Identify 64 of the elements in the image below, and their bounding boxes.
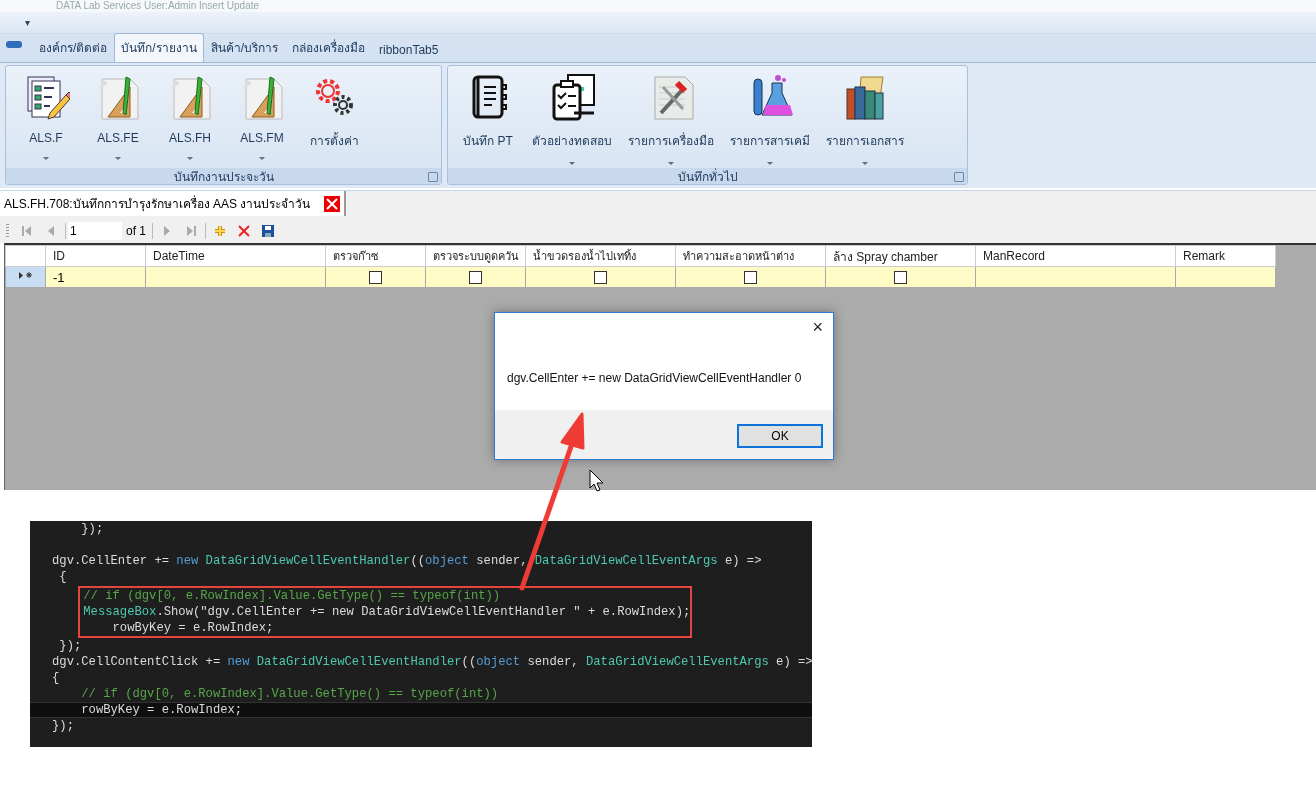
checkbox[interactable] [594,271,607,285]
ribbon-tab[interactable]: สินค้า/บริการ [203,33,286,62]
ribbon-group-title: บันทึกงานประจะวัน [173,168,274,186]
toolbar-grip[interactable] [6,224,9,238]
code-line: }); [52,719,74,733]
dialog-launcher-icon[interactable] [428,172,438,182]
window-title: DATA Lab Services User:Admin Insert Update [0,0,1316,12]
ribbon-button[interactable]: รายการเครื่องมือ [620,68,722,168]
add-record-icon [214,225,226,237]
ribbon-button[interactable]: ALS.FM [226,68,298,168]
checkbox[interactable] [894,271,907,285]
column-header[interactable]: ตรวจก๊าซ [325,245,426,267]
save-icon [262,225,274,237]
message-text: dgv.CellEnter += new DataGridViewCellEventHandler 0 [507,370,802,385]
code-line: { [52,671,60,685]
column-header[interactable]: ล้าง Spray chamber [825,245,976,267]
close-icon[interactable] [324,195,341,212]
code-line: { [58,570,67,584]
new-row-indicator-icon [18,270,33,281]
row-header[interactable] [5,266,46,288]
code-line: rowByKey = e.RowIndex; [80,703,243,717]
code-line: // if (dgv[0, e.RowIndex].Value.GetType() == typeof(int)) [82,589,501,603]
ribbon-tab[interactable]: บันทึก/รายงาน [114,33,204,62]
application-menu-button[interactable] [6,41,22,48]
ribbon-button[interactable]: ตัวอย่างทดสอบ [524,68,620,168]
code-line: MessageBox.Show("dgv.CellEnter += new DataGridViewCellEventHandler " + e.RowIndex); [82,605,691,619]
dialog-launcher-icon[interactable] [954,172,964,182]
ribbon-button[interactable]: ALS.FH [154,68,226,168]
ribbon-tab[interactable]: ribbonTab5 [372,38,446,62]
column-header[interactable]: น้ำขวดรองน้ำไปเททิ้ง [525,245,676,267]
mouse-cursor-icon [589,469,604,492]
record-count: of 1 [125,224,147,238]
ribbon-group-title: บันทึกทั่วไป [677,167,738,186]
position-field[interactable]: 1 [68,222,122,240]
code-line: }); [58,639,82,653]
ribbon-button[interactable]: การตั้งค่า [298,68,370,168]
column-header[interactable]: ManRecord [975,245,1176,267]
quick-access-menu-button[interactable]: ▾ [22,17,34,28]
column-header[interactable]: ID [45,245,146,267]
ribbon-button[interactable]: รายการเอกสาร [818,68,912,168]
column-header[interactable]: ทำความสะอาดหน้าต่าง [675,245,826,267]
last-record-icon [185,225,197,237]
ribbon-tab[interactable]: องค์กร/ติดต่อ [32,33,115,62]
delete-record-icon [238,225,250,237]
ok-button[interactable]: OK [737,423,823,448]
ribbon-button[interactable]: บันทึก PT [452,68,524,168]
code-line: dgv.CellEnter += new DataGridViewCellEventHandler((object sender, DataGridViewCellEventArgs e) => [52,554,762,568]
ribbon-button[interactable]: รายการสารเคมี [722,68,818,168]
column-header[interactable]: ตรวจระบบดูดควัน [425,245,526,267]
document-tab[interactable]: ALS.FH.708:บันทึกการบำรุงรักษาเครื่อง AAS งานประจำวัน [0,191,347,216]
ribbon-button[interactable]: ALS.FE [82,68,154,168]
code-line: dgv.CellContentClick += new DataGridViewCellEventHandler((object sender, DataGridViewCellEventArgs e) => [52,655,812,669]
code-line: rowByKey = e.RowIndex; [111,621,274,635]
checkbox[interactable] [469,271,482,285]
ribbon-button[interactable]: ALS.F [10,68,82,168]
code-line: }); [80,522,104,536]
ribbon-tab[interactable]: กล่องเครื่องมือ [285,33,373,62]
column-header[interactable]: Remark [1175,245,1276,267]
checkbox[interactable] [744,271,757,285]
column-header[interactable]: DateTime [145,245,326,267]
code-line: // if (dgv[0, e.RowIndex].Value.GetType() == typeof(int)) [80,687,499,701]
checkbox[interactable] [369,271,382,285]
first-record-icon [21,225,33,237]
close-button[interactable]: × [808,317,827,337]
